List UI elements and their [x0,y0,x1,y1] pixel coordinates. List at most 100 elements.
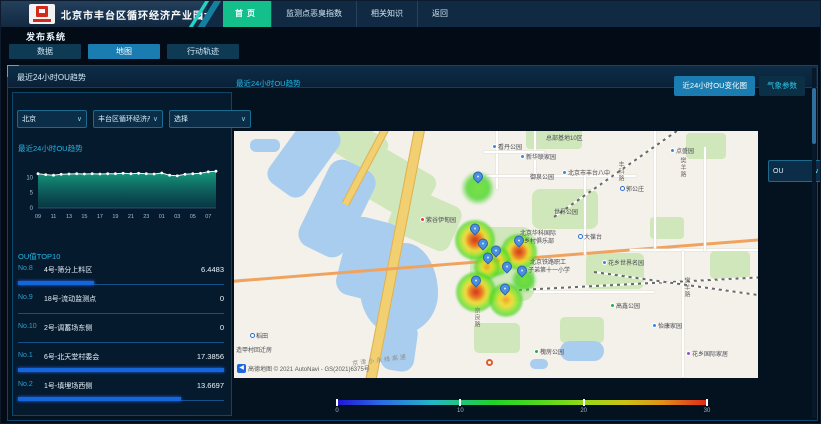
map-label-text: 丰科路 [616,161,625,182]
list-item[interactable]: No.84号-筛分上料区6.4483 [18,265,224,289]
map-label-text: 总部基地10区 [546,133,583,142]
map-label-text: 樊羊路 [682,277,691,298]
scale-tick-mark [706,399,708,406]
nav-item[interactable]: 首页 [223,1,271,27]
publish-tab[interactable]: 行动轨迹 [167,44,239,59]
scale-tick-mark [459,399,461,406]
app-logo-icon [29,4,55,24]
map-roadW [704,147,706,251]
metro-poi-icon [620,186,625,191]
map-label-text: 京良路 [472,307,481,328]
map-label-text: 御泉公园 [530,172,554,181]
map-label: 槐房公园 [534,347,564,356]
map-roadW [534,291,654,293]
map-label-text: 花乡国际家居 [692,349,728,358]
scale-tick-mark [583,399,585,406]
station-name: 6号-北天堂村委会 [44,352,99,362]
map-roadW [654,131,656,251]
bar-track [18,342,224,343]
svg-text:23: 23 [143,214,149,220]
map-label: 京良路 [472,307,481,328]
map-label: 新华联家园 [520,152,556,161]
trend-chart-svg: 0510091113151719212301030507 [14,152,226,226]
blue-poi-icon [492,144,497,149]
filter-select[interactable]: 北京∨ [17,110,87,128]
map-canvas[interactable]: 总部基地10区看丹公园新华联家园点盛园御泉公园北京市丰台八中郭公庄世界公园大葆台… [234,131,758,378]
ou-trend-chart: 0510091113151719212301030507 [14,152,226,226]
list-item[interactable]: No.16号-北天堂村委会17.3856 [18,352,224,376]
station-name: 18号-流动监测点 [44,294,96,304]
svg-text:21: 21 [128,214,134,220]
scale-tick-label: 10 [457,408,464,414]
scrollbar-thumb[interactable] [812,88,816,144]
map-label: 点盛园 [670,146,694,155]
heat-scale-legend: 0102030 [337,400,707,405]
map-label: 高鑫公园 [610,301,640,310]
map-label: 怡康家园 [652,321,682,330]
rank-label: No.8 [18,265,33,272]
svg-text:11: 11 [51,214,57,220]
map-label-text: 槐房公园 [540,347,564,356]
bar-fill [18,397,181,401]
map-label: 子弟第十一小学 [528,265,570,274]
map-toggle-button[interactable]: 近24小时OU变化图 [674,76,755,96]
map-toggle-button[interactable]: 气象参数 [759,76,805,96]
svg-text:05: 05 [190,214,196,220]
logo-subtext-mark [33,19,51,22]
publish-tab[interactable]: 地图 [88,44,160,59]
publish-tabs: 数据地图行动轨迹 [9,44,239,59]
poi-icon [486,359,493,366]
station-name: 2号-调蓄场东侧 [44,323,92,333]
map-label: 看丹公园 [492,142,522,151]
map-label: 造甲村回迁房 [236,345,272,354]
green-poi-icon [534,349,539,354]
list-item[interactable]: No.102号-调蓄场东侧0 [18,323,224,347]
blue-poi-icon [670,148,675,153]
nav-item[interactable]: 相关知识 [356,1,417,27]
metro-poi-icon [578,234,583,239]
chevron-down-icon: ∨ [153,115,158,123]
svg-text:15: 15 [81,214,87,220]
green-poi-icon [610,303,615,308]
map-label-text: 子弟第十一小学 [528,265,570,274]
svg-text:07: 07 [205,214,211,220]
purple-poi-icon [686,351,691,356]
svg-text:0: 0 [30,206,34,212]
list-item[interactable]: No.21号-填埋场西侧13.6697 [18,381,224,405]
svg-text:17: 17 [97,214,103,220]
nav-item[interactable]: 监测点恶臭指数 [271,1,356,27]
map-label-text: 北京市丰台八中 [568,168,610,177]
map-park [710,251,750,279]
rank-label: No.2 [18,381,33,388]
filter-value: 丰台区循环经济产 [98,114,150,124]
svg-text:01: 01 [159,214,165,220]
map-roadW [584,175,586,255]
svg-text:19: 19 [112,214,118,220]
map-water [250,139,280,152]
map-water [560,341,604,361]
map-water [530,359,548,369]
map-label: 御泉公园 [530,172,554,181]
map-label: 花乡国际家居 [686,349,728,358]
map-label: 花乡世界名园 [602,258,644,267]
map-attribution-text: 高德地图 © 2021 AutoNavi - GS(2021)6375号 [248,364,370,373]
unit-select-value: OU [773,168,784,175]
map-label-text: 花乡世界名园 [608,258,644,267]
rank-label: No.1 [18,352,33,359]
map-button-group: 近24小时OU变化图气象参数 [674,76,805,96]
bar-fill [18,281,94,285]
list-item[interactable]: No.918号-流动监测点0 [18,294,224,318]
scale-tick-label: 30 [704,408,711,414]
map-label: 乡村俱乐部 [524,236,554,245]
map-label: 稻田 [250,331,268,340]
filter-select[interactable]: 选择∨ [169,110,251,128]
svg-text:03: 03 [174,214,180,220]
nav-item[interactable]: 返回 [417,1,462,27]
filter-select[interactable]: 丰台区循环经济产∨ [93,110,163,128]
rank-label: No.10 [18,323,37,330]
map-label-text: 新华联家园 [526,152,556,161]
publish-tab[interactable]: 数据 [9,44,81,59]
main-container: 最近24小时OU趋势 北京∨丰台区循环经济产∨选择∨ 最近24小时OU趋势 05… [7,65,818,421]
ou-value: 6.4483 [201,265,224,274]
blue-poi-icon [562,170,567,175]
